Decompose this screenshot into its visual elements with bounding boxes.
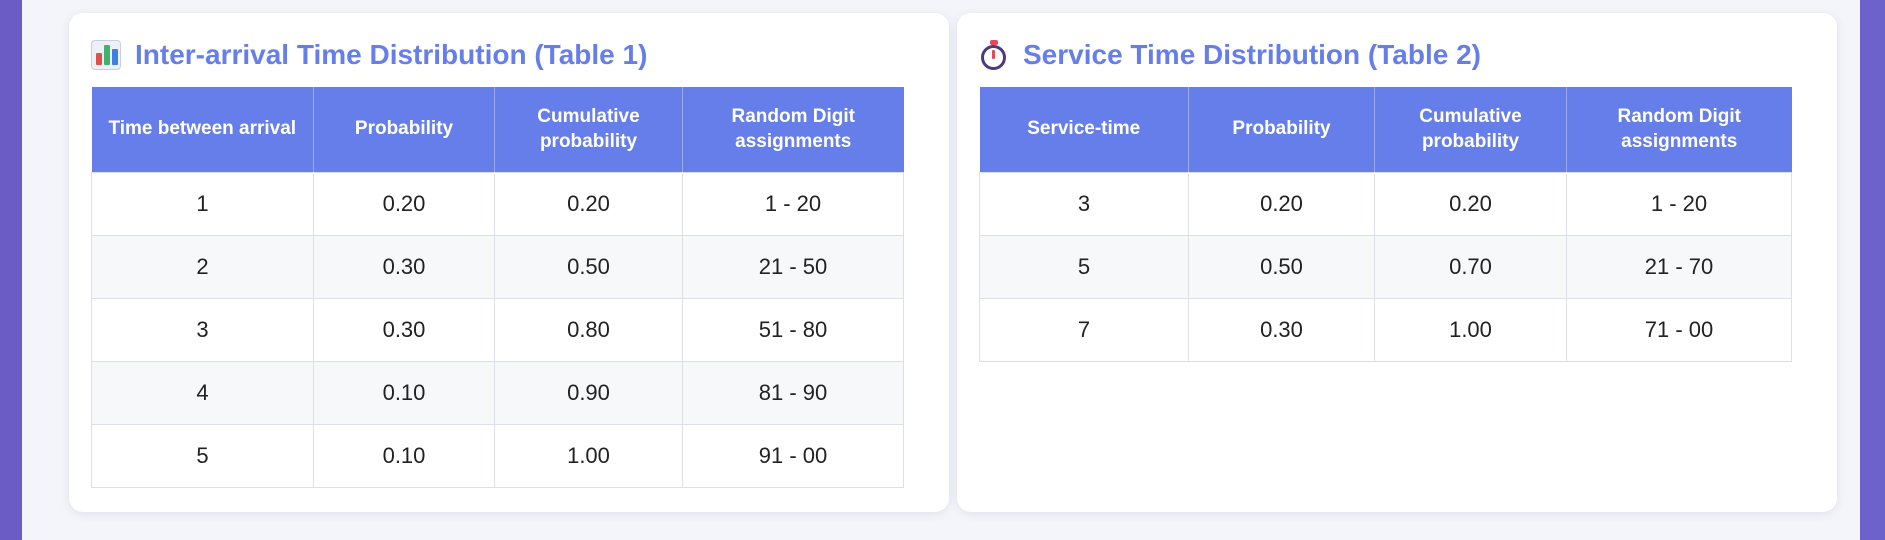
table-cell: 0.20 xyxy=(494,171,683,236)
table-row: 1 0.20 0.20 1 - 20 xyxy=(91,171,904,236)
table-cell: 21 - 70 xyxy=(1566,234,1792,299)
table-cell: 51 - 80 xyxy=(682,297,904,362)
table-cell: 0.10 xyxy=(313,423,495,488)
table-cell: 0.30 xyxy=(1188,297,1375,362)
table-cell: 0.30 xyxy=(313,234,495,299)
table-row: 5 0.50 0.70 21 - 70 xyxy=(979,234,1792,299)
column-header: Cumulative probability xyxy=(1374,87,1567,172)
table-cell: 91 - 00 xyxy=(682,423,904,488)
table-cell: 2 xyxy=(91,234,314,299)
table-header-row: Time between arrival Probability Cumulat… xyxy=(91,87,904,172)
bar-chart-icon xyxy=(91,40,121,70)
table-cell: 1.00 xyxy=(1374,297,1567,362)
table-row: 5 0.10 1.00 91 - 00 xyxy=(91,423,904,488)
column-header: Cumulative probability xyxy=(494,87,683,172)
column-header: Service-time xyxy=(979,87,1189,172)
table-cell: 0.20 xyxy=(313,171,495,236)
column-header: Random Digit assignments xyxy=(682,87,904,172)
stopwatch-icon xyxy=(979,40,1009,70)
table-cell: 1 - 20 xyxy=(1566,171,1792,236)
table-cell: 0.90 xyxy=(494,360,683,425)
table-cell: 71 - 00 xyxy=(1566,297,1792,362)
table-cell: 0.30 xyxy=(313,297,495,362)
table-row: 3 0.30 0.80 51 - 80 xyxy=(91,297,904,362)
service-time-title-text: Service Time Distribution (Table 2) xyxy=(1023,39,1481,70)
table-cell: 81 - 90 xyxy=(682,360,904,425)
table-cell: 1 - 20 xyxy=(682,171,904,236)
table-cell: 7 xyxy=(979,297,1189,362)
table-cell: 0.20 xyxy=(1188,171,1375,236)
table-header-row: Service-time Probability Cumulative prob… xyxy=(979,87,1792,172)
service-time-card: Service Time Distribution (Table 2) Serv… xyxy=(957,13,1837,512)
table-cell: 5 xyxy=(979,234,1189,299)
table-row: 4 0.10 0.90 81 - 90 xyxy=(91,360,904,425)
column-header: Probability xyxy=(313,87,495,172)
table-cell: 1.00 xyxy=(494,423,683,488)
table-cell: 5 xyxy=(91,423,314,488)
table-cell: 0.10 xyxy=(313,360,495,425)
table-cell: 0.20 xyxy=(1374,171,1567,236)
table-cell: 0.70 xyxy=(1374,234,1567,299)
table-cell: 3 xyxy=(979,171,1189,236)
table-cell: 1 xyxy=(91,171,314,236)
table-cell: 0.50 xyxy=(494,234,683,299)
column-header: Time between arrival xyxy=(91,87,314,172)
service-time-table: Service-time Probability Cumulative prob… xyxy=(979,87,1792,362)
table-row: 3 0.20 0.20 1 - 20 xyxy=(979,171,1792,236)
inter-arrival-card: Inter-arrival Time Distribution (Table 1… xyxy=(69,13,949,512)
service-time-title: Service Time Distribution (Table 2) xyxy=(979,37,1481,73)
inter-arrival-title: Inter-arrival Time Distribution (Table 1… xyxy=(91,37,647,73)
table-cell: 3 xyxy=(91,297,314,362)
table-cell: 0.80 xyxy=(494,297,683,362)
table-row: 2 0.30 0.50 21 - 50 xyxy=(91,234,904,299)
column-header: Random Digit assignments xyxy=(1566,87,1792,172)
table-cell: 4 xyxy=(91,360,314,425)
inter-arrival-table: Time between arrival Probability Cumulat… xyxy=(91,87,904,488)
table-row: 7 0.30 1.00 71 - 00 xyxy=(979,297,1792,362)
table-cell: 21 - 50 xyxy=(682,234,904,299)
table-cell: 0.50 xyxy=(1188,234,1375,299)
column-header: Probability xyxy=(1188,87,1375,172)
inter-arrival-title-text: Inter-arrival Time Distribution (Table 1… xyxy=(135,39,648,70)
page: Inter-arrival Time Distribution (Table 1… xyxy=(22,0,1860,540)
